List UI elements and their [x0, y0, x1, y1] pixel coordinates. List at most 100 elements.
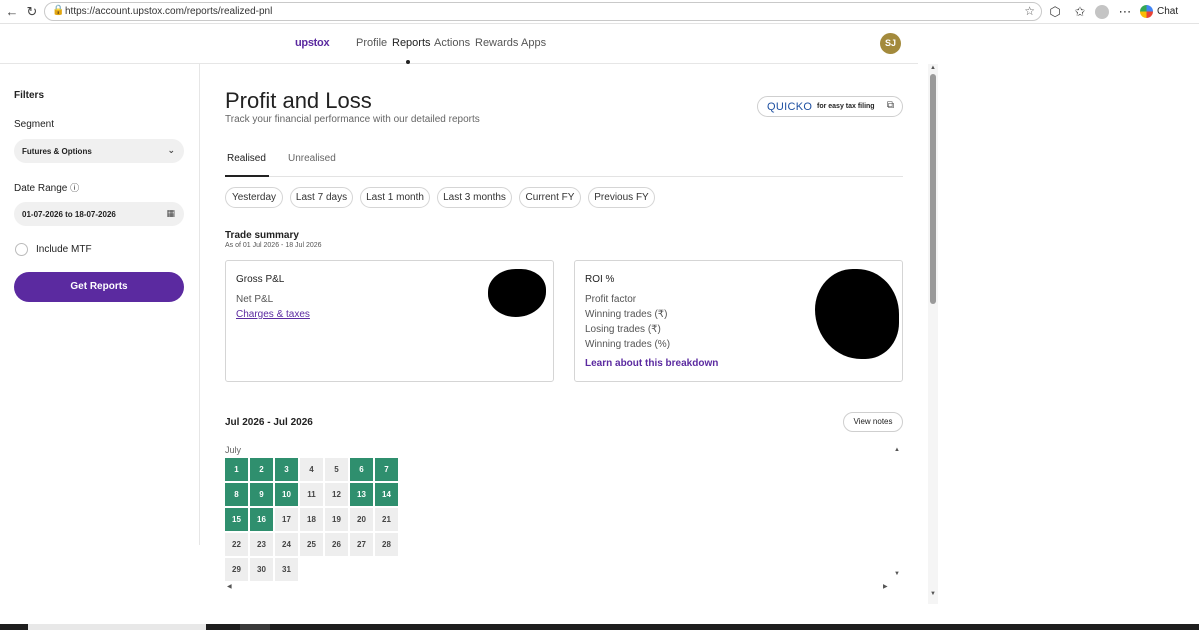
calendar-day-12[interactable]: 12 [325, 483, 348, 506]
extensions-icon[interactable]: ⬡ [1047, 4, 1063, 20]
nav-reports[interactable]: Reports [392, 37, 431, 49]
calendar-day-1[interactable]: 1 [225, 458, 248, 481]
include-mtf-checkbox[interactable] [15, 243, 28, 256]
scroll-left-icon[interactable]: ◀ [227, 583, 232, 590]
chip-last-7-days[interactable]: Last 7 days [290, 187, 353, 208]
os-taskbar [0, 624, 1199, 630]
calendar-day-26[interactable]: 26 [325, 533, 348, 556]
nav-profile[interactable]: Profile [356, 37, 387, 49]
page-scroll-down-icon[interactable]: ▼ [930, 591, 936, 597]
date-range-field[interactable]: 01-07-2026 to 18-07-2026 ▦ [14, 202, 184, 226]
calendar-day-25[interactable]: 25 [300, 533, 323, 556]
include-mtf-label: Include MTF [36, 244, 92, 255]
calendar-day-16[interactable]: 16 [250, 508, 273, 531]
address-bar[interactable]: 🔒 https://account.upstox.com/reports/rea… [44, 2, 1042, 21]
calendar-day-13[interactable]: 13 [350, 483, 373, 506]
chip-previous-fy[interactable]: Previous FY [588, 187, 655, 208]
calendar-day-15[interactable]: 15 [225, 508, 248, 531]
nav-rewards[interactable]: Rewards [475, 37, 518, 49]
chat-button[interactable]: Chat [1140, 5, 1178, 19]
scroll-down-icon[interactable]: ▼ [894, 571, 900, 577]
calendar-day-7[interactable]: 7 [375, 458, 398, 481]
scroll-up-icon[interactable]: ▲ [894, 447, 900, 453]
calendar-day-20[interactable]: 20 [350, 508, 373, 531]
page-scroll-thumb[interactable] [930, 74, 936, 304]
calendar-period-title: Jul 2026 - Jul 2026 [225, 417, 313, 428]
more-menu-icon[interactable]: ⋯ [1117, 4, 1133, 20]
learn-breakdown-link[interactable]: Learn about this breakdown [585, 358, 718, 369]
tab-realised[interactable]: Realised [227, 153, 266, 164]
chevron-down-icon: ⌄ [167, 145, 175, 155]
calendar-day-18[interactable]: 18 [300, 508, 323, 531]
taskbar-item[interactable] [240, 624, 270, 630]
quicko-tagline: for easy tax filing [817, 103, 875, 110]
charges-taxes-link[interactable]: Charges & taxes [236, 309, 310, 320]
calendar-day-22[interactable]: 22 [225, 533, 248, 556]
trade-summary-title: Trade summary [225, 230, 299, 241]
calendar-day-3[interactable]: 3 [275, 458, 298, 481]
taskbar-thumbnail[interactable] [28, 624, 206, 630]
chip-current-fy[interactable]: Current FY [519, 187, 581, 208]
calendar-day-23[interactable]: 23 [250, 533, 273, 556]
redacted-value-scribble [488, 269, 546, 317]
calendar-day-21[interactable]: 21 [375, 508, 398, 531]
browser-toolbar: ← ↻ 🔒 https://account.upstox.com/reports… [0, 0, 1199, 24]
date-range-label: Date Range ⓘ [14, 181, 79, 194]
calendar-day-17[interactable]: 17 [275, 508, 298, 531]
calendar-day-6[interactable]: 6 [350, 458, 373, 481]
tabs-divider [225, 176, 903, 177]
calendar-day-14[interactable]: 14 [375, 483, 398, 506]
favorites-icon[interactable]: ✩ [1072, 4, 1088, 20]
upstox-logo[interactable]: upstox [295, 37, 330, 49]
net-pnl-label: Net P&L [236, 294, 274, 305]
profit-factor-label: Profit factor [585, 294, 637, 305]
calendar-day-27[interactable]: 27 [350, 533, 373, 556]
calendar-icon[interactable]: ▦ [166, 208, 175, 219]
scroll-right-icon[interactable]: ▶ [883, 583, 888, 590]
segment-select[interactable]: Futures & Options ⌄ [14, 139, 184, 163]
chip-last-1-month[interactable]: Last 1 month [360, 187, 430, 208]
calendar-day-5[interactable]: 5 [325, 458, 348, 481]
calendar-day-28[interactable]: 28 [375, 533, 398, 556]
tab-unrealised[interactable]: Unrealised [288, 153, 336, 164]
copilot-icon [1140, 5, 1153, 18]
nav-apps[interactable]: Apps [521, 37, 546, 49]
info-icon[interactable]: ⓘ [70, 183, 79, 193]
user-avatar[interactable]: SJ [880, 33, 901, 54]
browser-profile-avatar[interactable] [1095, 5, 1109, 19]
month-label: July [225, 445, 242, 455]
calendar-day-4[interactable]: 4 [300, 458, 323, 481]
nav-actions[interactable]: Actions [434, 37, 470, 49]
calendar-day-30[interactable]: 30 [250, 558, 273, 581]
calendar-day-8[interactable]: 8 [225, 483, 248, 506]
back-icon[interactable]: ← [4, 4, 20, 20]
trade-summary-subtitle: As of 01 Jul 2026 - 18 Jul 2026 [225, 242, 322, 249]
chip-yesterday[interactable]: Yesterday [225, 187, 283, 208]
calendar-day-9[interactable]: 9 [250, 483, 273, 506]
gross-pnl-label: Gross P&L [236, 274, 285, 285]
filters-sidebar: Filters Segment Futures & Options ⌄ Date… [0, 64, 200, 545]
bookmark-star-icon[interactable]: ☆ [1024, 4, 1035, 18]
chip-last-3-months[interactable]: Last 3 months [437, 187, 512, 208]
quicko-tax-filing-button[interactable]: QUICKO for easy tax filing ⧉ [757, 96, 903, 117]
page-scrollbar[interactable]: ▲ ▼ [928, 64, 938, 604]
get-reports-button[interactable]: Get Reports [14, 272, 184, 302]
page-title: Profit and Loss [225, 88, 372, 113]
reload-icon[interactable]: ↻ [24, 4, 40, 20]
calendar-day-2[interactable]: 2 [250, 458, 273, 481]
view-notes-button[interactable]: View notes [843, 412, 903, 432]
losing-trades-amount-label: Losing trades (₹) [585, 324, 661, 335]
redacted-value-scribble [815, 269, 899, 359]
calendar-day-10[interactable]: 10 [275, 483, 298, 506]
segment-label: Segment [14, 119, 55, 130]
calendar-day-11[interactable]: 11 [300, 483, 323, 506]
calendar-day-24[interactable]: 24 [275, 533, 298, 556]
calendar-day-19[interactable]: 19 [325, 508, 348, 531]
url-text: https://account.upstox.com/reports/reali… [65, 6, 273, 17]
calendar-day-29[interactable]: 29 [225, 558, 248, 581]
calendar-day-31[interactable]: 31 [275, 558, 298, 581]
calendar-horizontal-scrollbar[interactable]: ◀ ▶ [225, 583, 893, 591]
active-tab-underline [225, 175, 269, 177]
page-scroll-up-icon[interactable]: ▲ [930, 65, 936, 71]
calendar-vertical-scrollbar[interactable]: ▲ ▼ [894, 447, 902, 578]
